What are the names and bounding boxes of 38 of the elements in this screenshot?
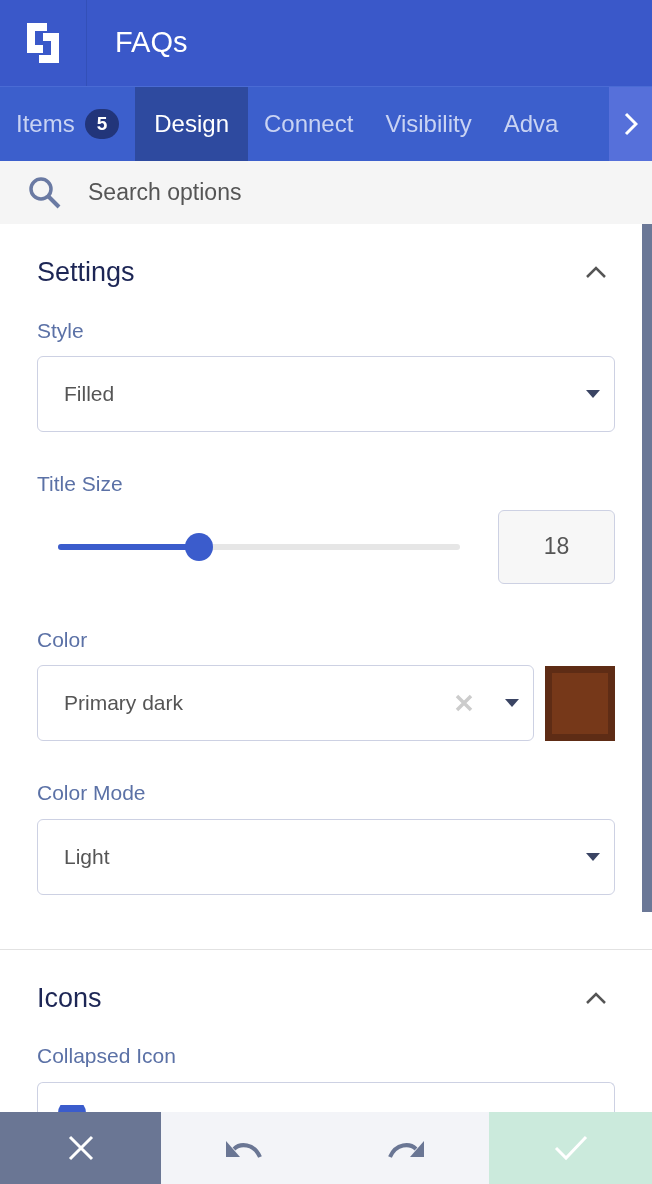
slider-thumb[interactable] <box>184 532 213 561</box>
dropdown-caret-icon <box>505 699 519 707</box>
field-label: Collapsed Icon <box>37 1043 177 1069</box>
tab[interactable]: Items 5 <box>0 87 136 161</box>
tab[interactable]: Adva <box>487 87 575 161</box>
section-title: Settings <box>37 256 135 289</box>
search-input[interactable]: Search options <box>88 175 624 210</box>
search-field[interactable]: Search options <box>0 161 652 224</box>
field-label: Title Size <box>37 471 124 497</box>
select-field[interactable]: Light <box>37 818 615 895</box>
logo-icon[interactable] <box>25 21 61 65</box>
clear-icon[interactable] <box>455 694 473 712</box>
select-value: Primary dark <box>64 690 185 717</box>
dropdown-caret-icon <box>586 852 600 861</box>
field-label: Color Mode <box>37 780 147 806</box>
chevron-right-icon <box>623 112 638 136</box>
scroll-right-button[interactable] <box>609 87 652 161</box>
field-label: Color <box>37 626 89 653</box>
select-field[interactable]: Primary dark <box>37 665 534 741</box>
count-badge: 5 <box>84 108 120 140</box>
checkmark-icon <box>553 1135 588 1161</box>
select-value: Light <box>64 843 110 870</box>
color-swatch[interactable] <box>545 665 615 741</box>
tab[interactable]: Visibility <box>369 87 488 161</box>
select-value: Filled <box>64 381 115 408</box>
section-title: Icons <box>37 981 102 1015</box>
search-icon <box>28 175 62 210</box>
field-label: Style <box>37 317 85 344</box>
dropdown-caret-icon <box>586 390 600 398</box>
tab[interactable]: Connect <box>248 87 370 161</box>
select-field[interactable]: Filled <box>37 356 615 432</box>
chevron-up-icon[interactable] <box>585 265 607 280</box>
chevron-up-icon[interactable] <box>585 990 607 1005</box>
number-field[interactable]: 18 <box>498 509 615 584</box>
close-icon <box>67 1135 94 1161</box>
scrollbar-thumb[interactable] <box>642 224 652 912</box>
panel-title: FAQs <box>115 25 188 61</box>
tab[interactable]: Design <box>135 87 248 161</box>
